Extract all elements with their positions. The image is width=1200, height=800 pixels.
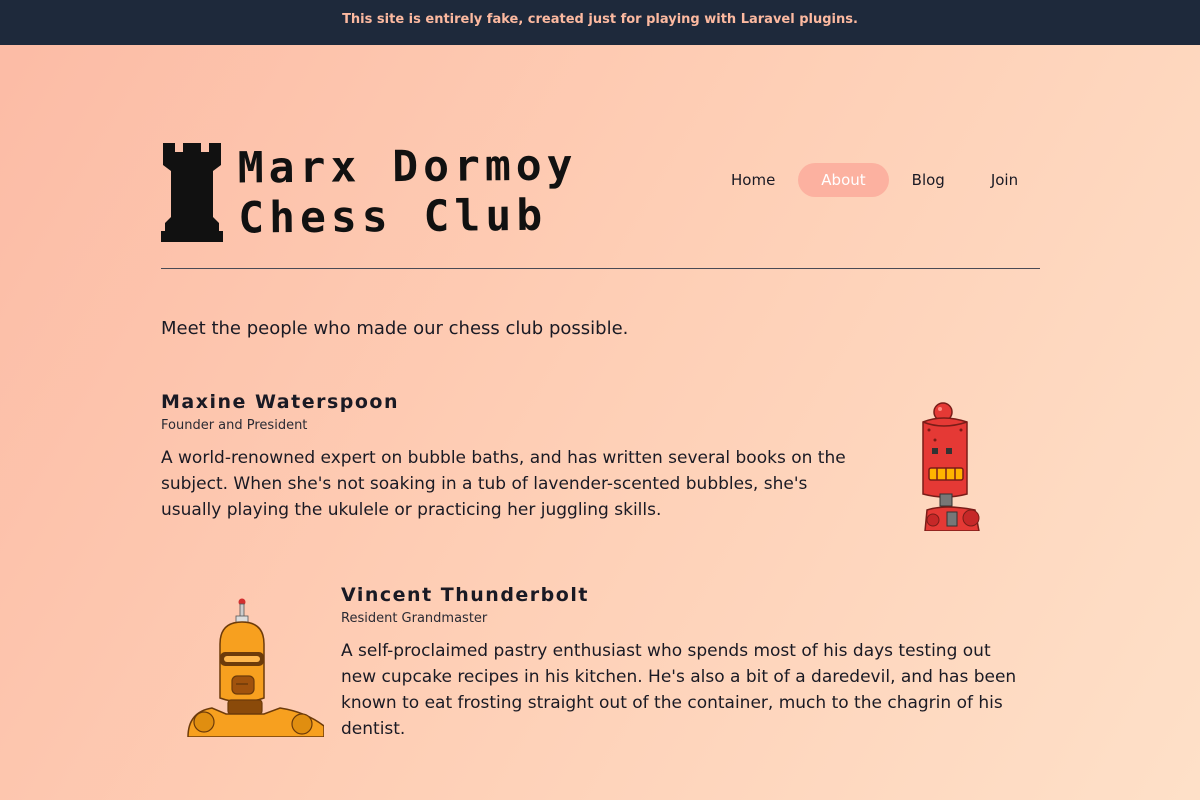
nav-blog[interactable]: Blog xyxy=(889,163,968,197)
person-card: Vincent Thunderbolt Resident Grandmaster… xyxy=(341,584,1031,742)
nav-about[interactable]: About xyxy=(798,163,889,197)
nav-home[interactable]: Home xyxy=(708,163,798,197)
logo-title-line1: Marx Dormoy xyxy=(237,140,578,194)
person-card: Maxine Waterspoon Founder and President … xyxy=(161,391,861,523)
main-nav: Home About Blog Join xyxy=(708,163,1041,197)
logo-title[interactable]: Marx Dormoy Chess Club xyxy=(238,141,579,244)
logo-title-line2: Chess Club xyxy=(238,190,548,244)
person-role: Founder and President xyxy=(161,418,308,433)
orange-robot-avatar xyxy=(187,598,324,737)
person-name: Vincent Thunderbolt xyxy=(341,584,589,606)
nav-join[interactable]: Join xyxy=(968,163,1041,197)
person-role: Resident Grandmaster xyxy=(341,611,488,626)
person-bio: A self-proclaimed pastry enthusiast who … xyxy=(341,641,1017,739)
banner-text: This site is entirely fake, created just… xyxy=(342,12,858,27)
header-divider xyxy=(161,268,1040,269)
intro-text: Meet the people who made our chess club … xyxy=(161,318,629,339)
person-bio: A world-renowned expert on bubble baths,… xyxy=(161,448,846,520)
rook-icon[interactable] xyxy=(161,143,223,242)
top-banner: This site is entirely fake, created just… xyxy=(0,0,1200,45)
person-name: Maxine Waterspoon xyxy=(161,391,400,413)
red-robot-avatar xyxy=(922,402,980,531)
